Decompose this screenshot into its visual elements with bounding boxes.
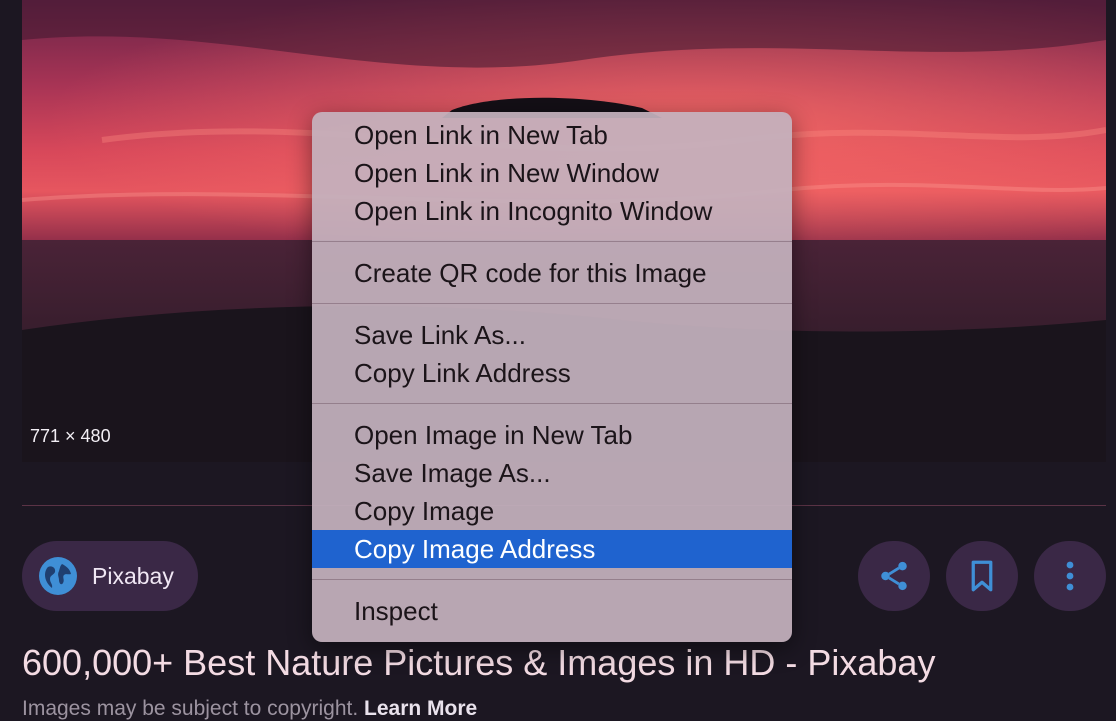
menu-item-create-qr-code[interactable]: Create QR code for this Image xyxy=(312,254,792,292)
menu-item-open-link-new-tab[interactable]: Open Link in New Tab xyxy=(312,116,792,154)
globe-icon xyxy=(39,557,77,595)
menu-item-save-link-as[interactable]: Save Link As... xyxy=(312,316,792,354)
menu-item-copy-image-address[interactable]: Copy Image Address xyxy=(312,530,792,568)
menu-separator xyxy=(312,568,792,592)
context-menu: Open Link in New Tab Open Link in New Wi… xyxy=(312,112,792,642)
menu-item-open-image-new-tab[interactable]: Open Image in New Tab xyxy=(312,416,792,454)
menu-item-save-image-as[interactable]: Save Image As... xyxy=(312,454,792,492)
more-options-button[interactable] xyxy=(1034,541,1106,611)
share-button[interactable] xyxy=(858,541,930,611)
result-title[interactable]: 600,000+ Best Nature Pictures & Images i… xyxy=(22,642,935,684)
menu-item-copy-link-address[interactable]: Copy Link Address xyxy=(312,354,792,392)
source-chip[interactable]: Pixabay xyxy=(22,541,198,611)
menu-separator xyxy=(312,292,792,316)
save-button[interactable] xyxy=(946,541,1018,611)
menu-item-open-link-incognito[interactable]: Open Link in Incognito Window xyxy=(312,192,792,230)
copyright-notice: Images may be subject to copyright. Lear… xyxy=(22,697,477,721)
learn-more-link[interactable]: Learn More xyxy=(364,697,477,720)
share-icon xyxy=(881,561,907,591)
copyright-text: Images may be subject to copyright. xyxy=(22,697,359,720)
bookmark-icon xyxy=(971,560,993,592)
source-name: Pixabay xyxy=(92,562,174,589)
menu-separator xyxy=(312,230,792,254)
more-vert-icon xyxy=(1066,561,1074,591)
menu-separator xyxy=(312,392,792,416)
menu-item-open-link-new-window[interactable]: Open Link in New Window xyxy=(312,154,792,192)
image-dimensions: 771 × 480 xyxy=(30,426,111,446)
menu-item-inspect[interactable]: Inspect xyxy=(312,592,792,630)
menu-item-copy-image[interactable]: Copy Image xyxy=(312,492,792,530)
